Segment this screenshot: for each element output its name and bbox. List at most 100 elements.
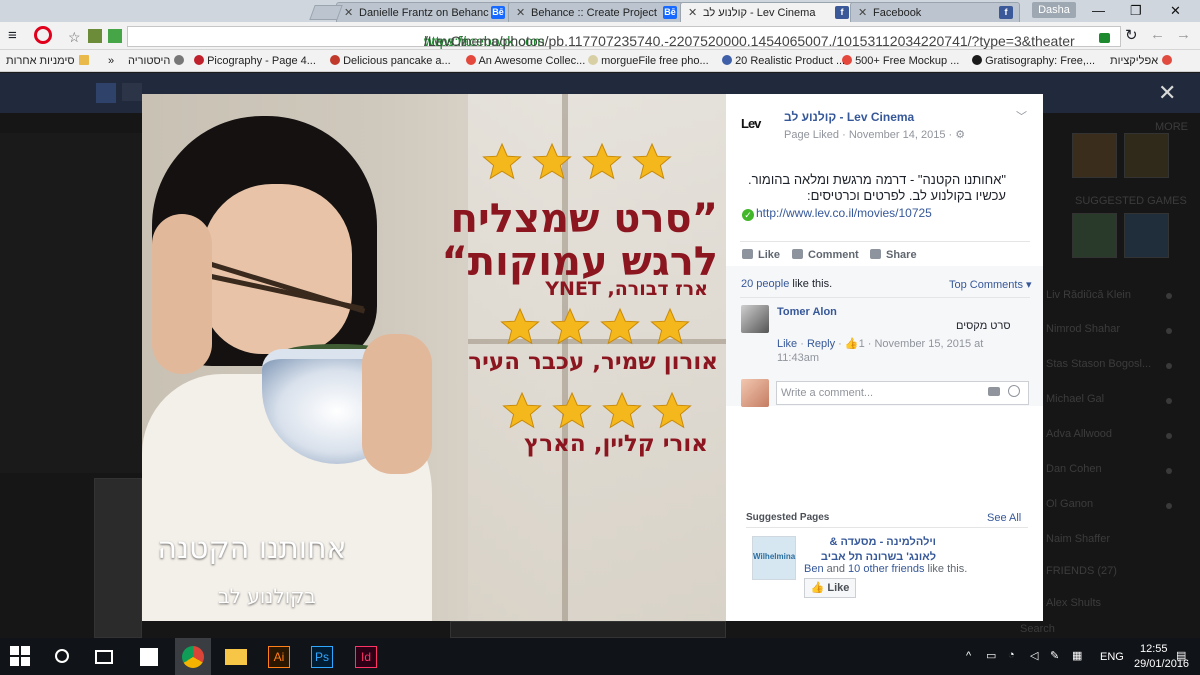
chat-contact[interactable]: Liv Rădiŭcă Klein [1046,289,1131,301]
tray-chevron-icon[interactable]: ^ [966,650,971,662]
keyboard-icon[interactable]: ▦ [1072,649,1082,662]
online-dot-icon [1166,433,1172,439]
like-button[interactable]: Like [742,249,780,261]
comment-button[interactable]: Comment [792,249,859,261]
suggested-page-thumb[interactable]: Wilhelmina [752,536,796,580]
battery-icon[interactable]: ▭ [986,649,996,662]
friends-suffix: like this. [924,563,968,575]
game-thumb[interactable] [1124,213,1169,258]
tab-behance-danielle[interactable]: ✕ Danielle Frantz on Behanc Bē [336,2,512,22]
bookmark-apps[interactable]: אפליקציות [1110,55,1173,67]
camera-icon[interactable] [988,387,1000,396]
more-label: MORE [1155,121,1188,133]
chat-contact[interactable]: Naim Shaffer [1046,533,1110,545]
tab-behance-create[interactable]: ✕ Behance :: Create Project Bē [508,2,684,22]
reaction-count[interactable]: 1 [859,338,865,350]
bookmark-awesome[interactable]: An Awesome Collec... [462,55,585,67]
likes-count-link[interactable]: 20 people [741,278,789,290]
clock-time[interactable]: 12:55 [1140,643,1168,655]
picography-icon [194,55,204,65]
bookmark-other[interactable]: סימניות אחרות [6,55,89,67]
opera-icon[interactable] [34,26,52,44]
avatar[interactable] [741,305,769,333]
rating-stars [500,307,690,347]
new-tab-button[interactable] [309,5,343,20]
page-name-link[interactable]: קולנוע לב - Lev Cinema [784,110,914,124]
minimize-icon[interactable]: — [1092,3,1105,18]
star-icon [552,391,592,429]
friend-link[interactable]: Ben [804,563,824,575]
bookmark-mockup[interactable]: 500+ Free Mockup ... [838,55,959,67]
store-icon[interactable] [140,648,158,666]
top-comments-dropdown[interactable]: Top Comments ▾ [949,278,1032,291]
close-tab-icon[interactable]: ✕ [858,6,867,19]
search-box-dimmed [122,83,142,101]
windows-start-icon[interactable] [10,646,32,668]
emoji-icon[interactable] [1008,385,1020,397]
comment-like-link[interactable]: Like [777,338,797,350]
close-tab-icon[interactable]: ✕ [688,6,697,19]
profile-user-badge[interactable]: Dasha [1032,2,1076,18]
forward-icon[interactable]: → [1176,26,1191,43]
close-tab-icon[interactable]: ✕ [516,6,525,19]
chat-contact[interactable]: Stas Stason Bogosl... [1046,358,1151,370]
tab-lev-cinema[interactable]: ✕ קולנוע לב - Lev Cinema f [680,2,856,22]
suggested-like-button[interactable]: 👍 Like [804,578,856,598]
game-thumb[interactable] [1072,133,1117,178]
adblock-icon[interactable] [108,29,122,43]
file-explorer-icon[interactable] [225,649,247,665]
bookmark-label: Gratisography: Free,... [985,55,1096,67]
wifi-icon[interactable]: ◔ [1008,649,1015,661]
search-icon[interactable] [55,649,69,663]
bookmark-pancake[interactable]: Delicious pancake a... [326,55,451,67]
chat-contact[interactable]: Nimrod Shahar [1046,323,1120,335]
post-link[interactable]: ✓ http://www.lev.co.il/movies/10725 [742,206,932,221]
url-field[interactable]: ☆ https://www.facebook.com/LevCinema/pho… [68,26,1121,49]
language-indicator[interactable]: ENG [1100,651,1124,663]
chat-contact[interactable]: Adva Allwood [1046,428,1112,440]
task-view-icon[interactable] [95,650,113,664]
chat-contact[interactable]: Alex Shults [1046,597,1101,609]
bookmark-star-icon[interactable]: ☆ [68,29,81,46]
suggested-page-name[interactable]: וילהלמינה - מסעדה & לאונג' בשרונה תל אבי… [806,535,936,565]
friends-count-link[interactable]: 10 other friends [848,563,924,575]
notifications-icon[interactable]: ▤ [1176,649,1186,662]
bookmark-history[interactable]: היסטוריה [128,55,185,67]
tab-facebook[interactable]: ✕ Facebook f [850,2,1020,22]
illustrator-icon[interactable]: Ai [268,646,290,668]
bookmark-gratisography[interactable]: Gratisography: Free,... [968,55,1095,67]
translate-icon[interactable] [88,29,102,43]
share-button[interactable]: Share [870,249,917,261]
volume-icon[interactable]: ◁ [1030,649,1038,662]
bookmark-more-chevron[interactable]: » [108,55,114,67]
star-icon [650,307,690,345]
comment-author-link[interactable]: Tomer Alon [777,306,837,318]
indesign-icon[interactable]: Id [355,646,377,668]
morguefile-icon [588,55,598,65]
reload-icon[interactable]: ↻ [1125,26,1138,44]
photoshop-icon[interactable]: Ps [311,646,333,668]
menu-icon[interactable]: ≡ [8,27,17,44]
lev-cinema-logo[interactable]: Lev [741,116,773,134]
see-all-link[interactable]: See All [987,512,1021,524]
close-theater-icon[interactable]: ✕ [1158,82,1176,104]
close-window-icon[interactable]: ✕ [1170,3,1181,19]
chevron-down-icon[interactable]: ﹀ [1016,108,1027,124]
photo-viewer[interactable]: ”סרט שמצליח לרגש עמוקות“ ארז דבורה, YNET… [142,94,726,621]
back-icon[interactable]: ← [1150,26,1165,43]
girl-hand [152,214,212,374]
chat-contact[interactable]: Ol Ganon [1046,498,1093,510]
bookmark-morguefile[interactable]: morgueFile free pho... [584,55,709,67]
bookmark-product[interactable]: 20 Realistic Product ... [718,55,845,67]
chat-contact[interactable]: Dan Cohen [1046,463,1102,475]
pen-icon[interactable]: ✎ [1050,649,1059,662]
chat-contact[interactable]: Michael Gal [1046,393,1104,405]
comment-reply-link[interactable]: Reply [807,338,835,350]
chat-search-label[interactable]: Search [1020,623,1055,635]
game-thumb[interactable] [1072,213,1117,258]
bookmark-picography[interactable]: Picography - Page 4... [190,55,316,67]
game-thumb[interactable] [1124,133,1169,178]
cinema-logo: בקולנוע לב [187,584,347,608]
restore-icon[interactable]: ❐ [1130,3,1142,19]
close-tab-icon[interactable]: ✕ [344,6,353,19]
